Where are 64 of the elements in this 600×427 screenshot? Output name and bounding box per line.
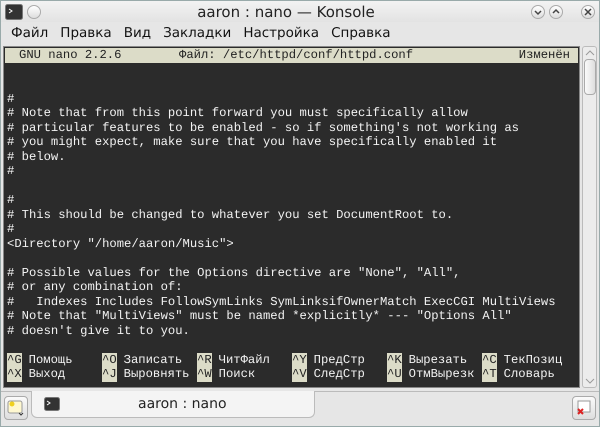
menu-item[interactable]: Правка (54, 25, 118, 41)
shortcut-label: ОтмВырезк (408, 367, 474, 382)
code-line: # doesn't give it to you. (7, 324, 190, 338)
shortcut-key: ^W (197, 367, 212, 382)
shortcut-label: Поиск (218, 367, 256, 382)
shortcut-label: Словарь (504, 367, 555, 382)
menu-item[interactable]: Настройка (237, 25, 326, 41)
close-button[interactable] (581, 4, 595, 18)
close-tab-button[interactable] (572, 396, 596, 420)
code-line: <Directory "/home/aaron/Music"> (7, 236, 234, 250)
shortcut-label: ПредСтр (314, 352, 365, 367)
close-tab-icon (575, 400, 593, 416)
shortcut-key: ^U (387, 367, 402, 382)
terminal-icon[interactable] (5, 4, 23, 20)
code-line: # particular features to be enabled - so if something's not working as (7, 120, 519, 134)
file-label: Файл: /etc/httpd/conf/httpd.conf (179, 48, 414, 62)
code-line: # (7, 193, 14, 207)
menu-item[interactable]: Справка (325, 25, 397, 41)
shortcut-key: ^G (7, 352, 22, 367)
code-line: # (7, 92, 14, 106)
scrollbar-thumb[interactable] (584, 59, 596, 95)
code-line: # or any combination of: (7, 280, 183, 294)
shortcut-label: Вырезать (408, 352, 468, 367)
code-line: # Note that "MultiViews" must be named *explicitly* --- "Options All" (7, 309, 512, 323)
shortcut-key: ^T (482, 367, 497, 382)
shortcut-key: ^V (292, 367, 307, 382)
shortcut-key: ^R (197, 352, 212, 367)
code-line: # Possible values for the Options directive are "None", "All", (7, 266, 460, 280)
window-title: aaron : nano — Konsole (196, 2, 376, 20)
shortcut-label: ЧитФайл (218, 352, 270, 367)
tab[interactable]: aaron : nano (31, 391, 315, 418)
code-line: # (7, 164, 14, 178)
shortcut-key: ^J (102, 367, 117, 382)
code-line: # you might expect, make sure that you have specifically enabled it (7, 135, 498, 149)
shortcut-key: ^O (102, 352, 117, 367)
shortcut-key: ^K (387, 352, 402, 367)
new-tab-button[interactable] (4, 396, 28, 420)
menu-item[interactable]: Вид (118, 25, 158, 41)
new-tab-icon (7, 400, 25, 416)
close-icon (583, 6, 593, 16)
shortcut-key: ^Y (292, 352, 307, 367)
shortcut-key: ^X (7, 367, 22, 382)
code-line: # (7, 222, 14, 236)
terminal[interactable] (3, 46, 580, 388)
shortcut-label: Записать (124, 352, 182, 367)
code-line: # Indexes Includes FollowSymLinks SymLinksifOwnerMatch ExecCGI MultiViews (7, 294, 556, 308)
version-label: GNU nano 2.2.6 (18, 48, 122, 62)
shortcut-key: ^C (482, 352, 497, 367)
menu-item[interactable]: Закладки (157, 25, 238, 41)
scrollbar[interactable] (582, 46, 597, 388)
shortcut-label: ТекПозиц (504, 352, 562, 367)
shortcut-label: СледСтр (314, 367, 365, 382)
maximize-button[interactable] (549, 4, 563, 18)
minimize-button[interactable] (531, 4, 545, 18)
terminal-icon (44, 397, 60, 411)
status-label: Изменён (518, 48, 571, 62)
shortcut-label: Выход (28, 367, 66, 382)
code-line: # This should be changed to whatever you set DocumentRoot to. (7, 208, 454, 222)
code-line: # below. (7, 150, 66, 164)
menu-item[interactable]: Файл (5, 25, 54, 41)
code-line: # Note that from this point forward you must specifically allow (7, 106, 468, 120)
shortcut-label: Помощь (28, 352, 73, 367)
chevron-up-icon (551, 6, 561, 16)
shortcut-label: Выровнять (124, 367, 190, 382)
